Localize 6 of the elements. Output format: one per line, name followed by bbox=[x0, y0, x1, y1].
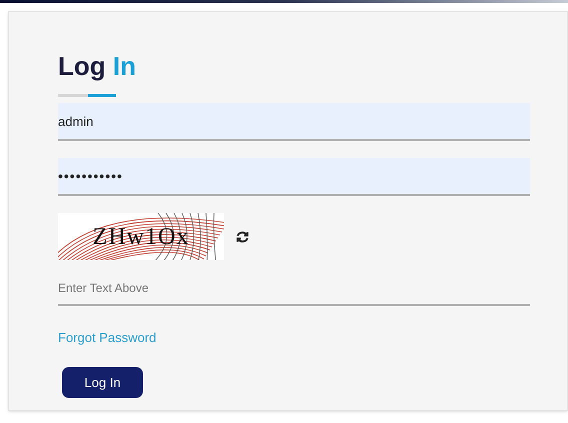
refresh-icon[interactable] bbox=[236, 230, 249, 242]
login-button[interactable]: Log In bbox=[62, 367, 143, 398]
login-heading: Log In bbox=[58, 50, 137, 82]
username-field[interactable]: admin bbox=[58, 103, 530, 141]
password-field[interactable]: ••••••••••• bbox=[58, 158, 530, 196]
captcha-field[interactable]: Enter Text Above bbox=[58, 272, 530, 306]
